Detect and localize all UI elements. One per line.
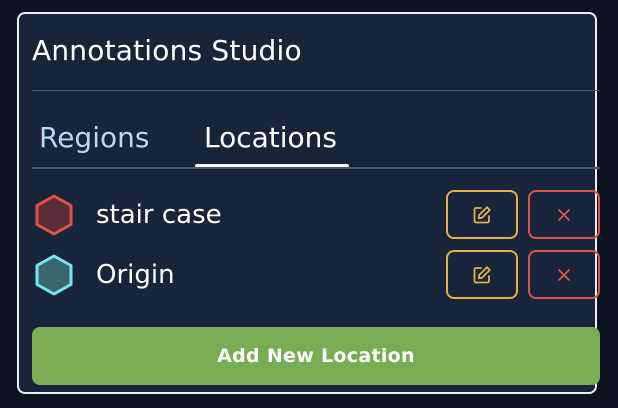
close-icon bbox=[558, 268, 570, 281]
delete-location-button[interactable] bbox=[528, 250, 600, 299]
location-row: Origin bbox=[32, 249, 600, 301]
annotations-panel: Annotations Studio Regions Locations sta… bbox=[17, 12, 600, 394]
title-divider bbox=[32, 90, 600, 91]
hexagon-marker-icon bbox=[35, 254, 73, 296]
tab-divider bbox=[32, 167, 600, 169]
location-label: Origin bbox=[96, 260, 175, 290]
close-icon bbox=[558, 208, 570, 221]
window-top-edge bbox=[0, 0, 618, 6]
tab-regions[interactable]: Regions bbox=[39, 118, 149, 170]
edit-location-button[interactable] bbox=[446, 190, 518, 239]
hexagon-marker-icon bbox=[35, 194, 73, 236]
tab-locations[interactable]: Locations bbox=[204, 118, 337, 170]
panel-title: Annotations Studio bbox=[32, 34, 302, 67]
location-label: stair case bbox=[96, 200, 222, 230]
edit-icon bbox=[473, 205, 491, 223]
edit-location-button[interactable] bbox=[446, 250, 518, 299]
delete-location-button[interactable] bbox=[528, 190, 600, 239]
tab-bar: Regions Locations bbox=[19, 118, 595, 170]
add-new-location-button[interactable]: Add New Location bbox=[32, 327, 600, 385]
location-row: stair case bbox=[32, 189, 600, 241]
edit-icon bbox=[473, 265, 491, 283]
